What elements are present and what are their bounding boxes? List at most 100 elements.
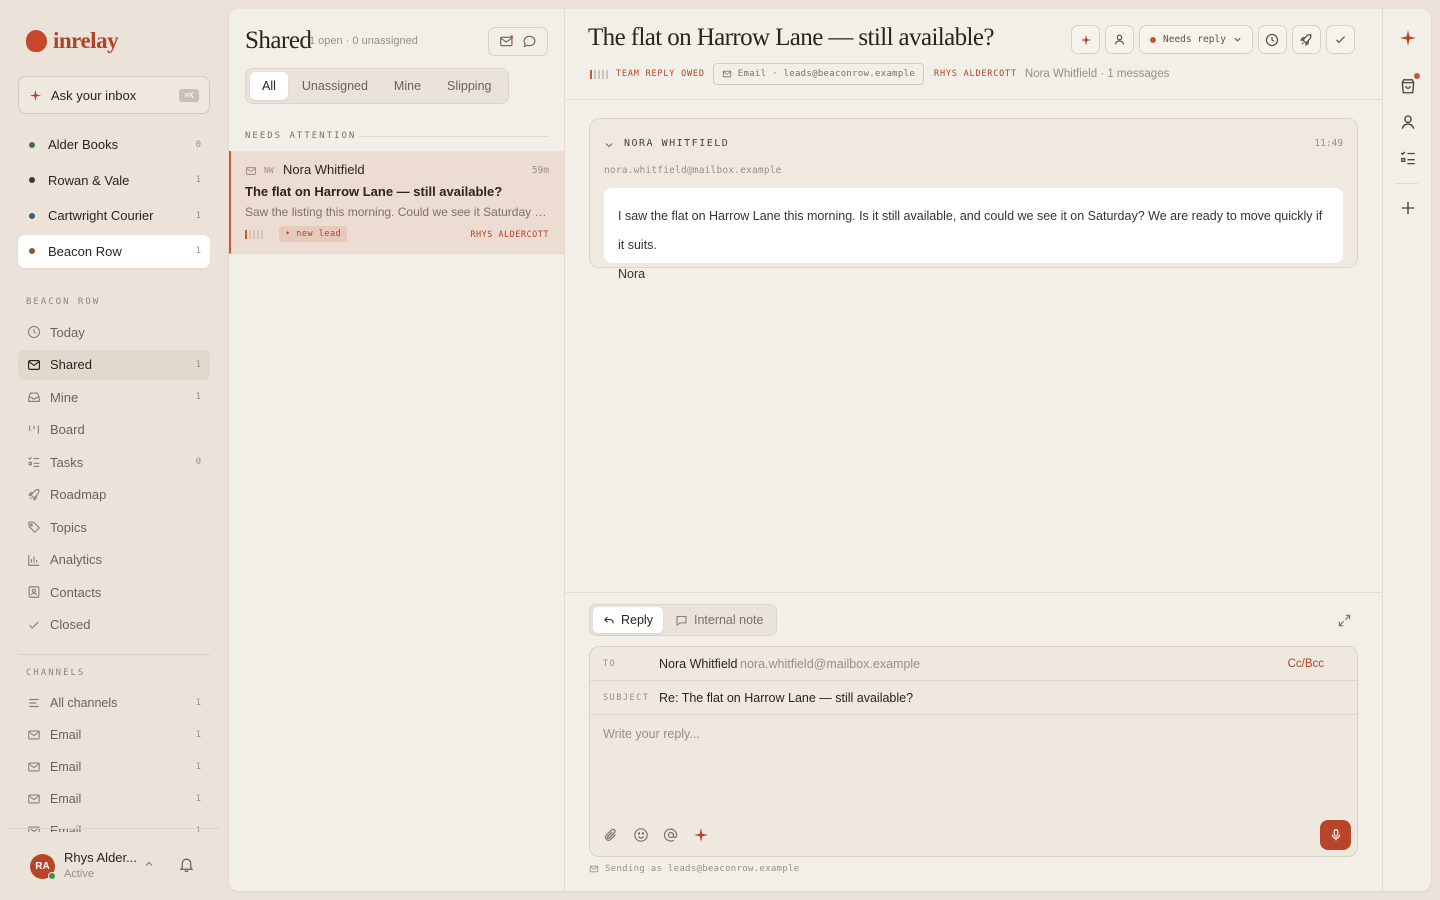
tab-internal-note-label: Internal note: [693, 613, 764, 627]
workspace-item-cartwright-courier[interactable]: Cartwright Courier 1: [18, 199, 210, 232]
user-menu[interactable]: RA Rhys Alder... Active: [10, 828, 220, 900]
recipient-address: nora.whitfield@mailbox.example: [740, 656, 921, 671]
rocket-icon: [1300, 33, 1312, 46]
attachment-icon[interactable]: [603, 827, 619, 843]
ask-inbox-button[interactable]: Ask your inbox ⌘K: [18, 76, 210, 114]
snooze-button[interactable]: [1257, 25, 1287, 54]
conversation-title: The flat on Harrow Lane — still availabl…: [588, 24, 994, 51]
subject-row[interactable]: SUBJECT Re: The flat on Harrow Lane — st…: [590, 681, 1357, 715]
nav-item-mine[interactable]: Mine 1: [18, 382, 210, 412]
channel-item-all[interactable]: All channels 1: [18, 688, 210, 718]
filter-tab-mine[interactable]: Mine: [382, 72, 433, 100]
tasks-icon[interactable]: [1399, 149, 1417, 167]
nav-item-board[interactable]: Board: [18, 415, 210, 445]
expand-icon[interactable]: [1337, 613, 1352, 628]
user-icon[interactable]: [1399, 113, 1417, 131]
nav-item-shared[interactable]: Shared 1: [18, 349, 210, 380]
reply-body-input[interactable]: Write your reply...: [603, 727, 700, 741]
divider: [18, 654, 210, 655]
workspace-count: 1: [195, 246, 201, 256]
voice-dictation-button[interactable]: [1320, 820, 1351, 850]
inbox-icon: [28, 359, 40, 370]
compose-email-icon[interactable]: [499, 34, 514, 49]
channel-item-email[interactable]: Email 1: [18, 752, 210, 782]
nav-item-today[interactable]: Today: [18, 317, 210, 347]
assignee-label: RHYS ALDERCOTT: [934, 69, 1017, 79]
tray-icon: [28, 392, 40, 402]
thread-assignee: RHYS ALDERCOTT: [470, 230, 549, 240]
chat-bubble-icon[interactable]: [522, 34, 537, 49]
shopping-bag-icon[interactable]: [1399, 77, 1417, 95]
filter-tab-all[interactable]: All: [250, 72, 288, 100]
message-body: I saw the flat on Harrow Lane this morni…: [604, 188, 1343, 281]
group-label: NEEDS ATTENTION: [245, 131, 357, 141]
cc-bcc-toggle[interactable]: Cc/Bcc: [1288, 658, 1324, 670]
reply-composer: TO Nora Whitfield nora.whitfield@mailbox…: [589, 646, 1358, 857]
tasks-icon: [28, 456, 40, 467]
workspace-dot: [29, 212, 35, 219]
chevron-down-icon[interactable]: [604, 140, 614, 150]
nav-item-topics[interactable]: Topics: [18, 512, 210, 542]
nav-label: Contacts: [50, 584, 102, 600]
chevron-up-icon[interactable]: [144, 859, 154, 869]
divider: [359, 136, 549, 137]
mail-icon: [28, 794, 40, 804]
bell-icon[interactable]: [178, 856, 195, 873]
sparkle-icon[interactable]: [693, 827, 709, 843]
nav-count: 1: [195, 392, 201, 402]
nav-item-analytics[interactable]: Analytics: [18, 545, 210, 575]
main-panel: Shared 1 open · 0 unassigned All Unassig…: [229, 9, 1431, 891]
filter-tab-slipping[interactable]: Slipping: [435, 72, 503, 100]
message-text: I saw the flat on Harrow Lane this morni…: [618, 209, 1323, 252]
board-icon: [29, 425, 39, 433]
sender-initials: NW: [264, 166, 274, 175]
sparkle-icon: [29, 89, 42, 101]
brand-logo[interactable]: inrelay: [26, 28, 119, 54]
nav-item-closed[interactable]: Closed: [18, 610, 210, 640]
nav-item-roadmap[interactable]: Roadmap: [18, 480, 210, 510]
composer-tools: [603, 827, 709, 843]
sparkle-icon[interactable]: [1399, 29, 1417, 47]
sparkle-icon: [1080, 34, 1091, 45]
emoji-icon[interactable]: [633, 827, 649, 843]
lead-badge: • new lead: [279, 226, 348, 242]
note-icon: [676, 615, 687, 626]
nav-item-contacts[interactable]: Contacts: [18, 577, 210, 607]
thread-list-item[interactable]: NW Nora Whitfield 59m The flat on Harrow…: [229, 151, 565, 254]
nav-count: 0: [195, 457, 201, 467]
mail-icon: [722, 70, 731, 78]
urgency-bars: [590, 69, 608, 79]
nav-item-tasks[interactable]: Tasks 0: [18, 447, 210, 477]
channel-chip[interactable]: Email · leads@beaconrow.example: [712, 63, 925, 85]
assign-button[interactable]: [1105, 25, 1134, 54]
workspace-item-alder-books[interactable]: Alder Books 0: [18, 128, 210, 161]
plus-icon[interactable]: [1399, 199, 1417, 217]
tab-internal-note[interactable]: Internal note: [665, 607, 774, 633]
nav-label: Analytics: [50, 552, 103, 567]
workspace-item-beacon-row[interactable]: Beacon Row 1: [18, 234, 210, 268]
status-dropdown[interactable]: Needs reply: [1139, 25, 1253, 54]
chevron-down-icon: [1234, 37, 1241, 42]
check-icon: [1335, 36, 1345, 44]
conversation-info: Nora Whitfield · 1 messages: [1024, 68, 1170, 80]
channel-count: 1: [195, 698, 201, 708]
ai-assist-button[interactable]: [1071, 25, 1100, 54]
microphone-icon: [1331, 828, 1340, 841]
close-conversation-button[interactable]: [1325, 25, 1355, 54]
mention-icon[interactable]: [663, 827, 679, 843]
list-actions: [488, 27, 548, 56]
channel-item-email[interactable]: Email 1: [18, 720, 210, 750]
shortcut-badge: ⌘K: [179, 88, 199, 102]
online-status-dot: [48, 872, 56, 880]
channel-label: Email: [50, 760, 82, 774]
page-title: Shared: [245, 27, 312, 54]
filter-tab-unassigned[interactable]: Unassigned: [290, 72, 380, 100]
roadmap-button[interactable]: [1291, 25, 1321, 54]
subject-field[interactable]: Re: The flat on Harrow Lane — still avai…: [659, 691, 913, 705]
mail-icon: [28, 762, 40, 772]
to-row[interactable]: TO Nora Whitfield nora.whitfield@mailbox…: [590, 647, 1357, 681]
tab-reply[interactable]: Reply: [593, 607, 663, 633]
workspace-item-rowan-vale[interactable]: Rowan & Vale 1: [18, 164, 210, 197]
workspace-dot: [29, 248, 35, 254]
channel-item-email[interactable]: Email 1: [18, 784, 210, 814]
